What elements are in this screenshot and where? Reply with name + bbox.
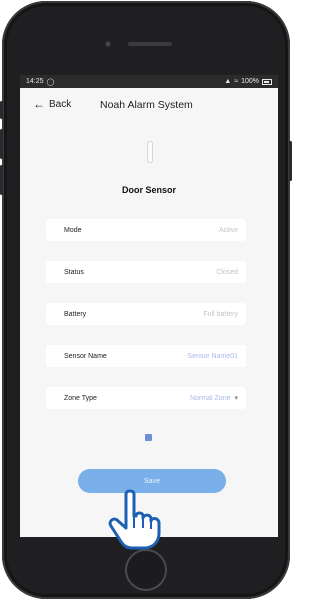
- home-button[interactable]: [125, 549, 167, 591]
- earpiece-speaker: [128, 42, 172, 46]
- top-bezel: [2, 1, 290, 75]
- back-button[interactable]: ← Back: [33, 98, 71, 110]
- row-label: Battery: [64, 310, 87, 318]
- volume-up-button: [0, 129, 3, 159]
- battery-percent: 100%: [241, 78, 259, 85]
- app-screen: 14:25 ◯ ▲ ≈ 100% ← Back Noah Alarm Syste…: [20, 75, 278, 537]
- row-value: Closed: [216, 268, 238, 276]
- power-button: [289, 141, 292, 181]
- nav-bar: ← Back Noah Alarm System: [20, 95, 278, 117]
- volume-down-button: [0, 165, 3, 195]
- row-label: Sensor Name: [64, 352, 107, 360]
- row-sensor-name[interactable]: Sensor Name Sensor Name01: [46, 345, 246, 367]
- back-label: Back: [49, 98, 72, 110]
- row-zone-type[interactable]: Zone Type Normal Zone ▾: [46, 387, 246, 409]
- sensor-device-icon: [147, 141, 153, 163]
- status-time: 14:25: [26, 78, 44, 85]
- row-label: Zone Type: [64, 394, 97, 402]
- wifi-icon: ≈: [234, 78, 239, 85]
- row-label: Mode: [64, 226, 82, 234]
- save-button[interactable]: Save: [78, 469, 226, 493]
- option-toggle[interactable]: [145, 434, 152, 441]
- row-status: Status Closed: [46, 261, 246, 283]
- signal-icon: ▲: [224, 78, 232, 85]
- row-battery: Battery Full battery: [46, 303, 246, 325]
- device-title: Door Sensor: [121, 185, 176, 195]
- chevron-down-icon: ▾: [234, 395, 238, 402]
- phone-frame: 14:25 ◯ ▲ ≈ 100% ← Back Noah Alarm Syste…: [0, 1, 292, 599]
- back-arrow-icon: ←: [33, 97, 45, 111]
- row-value: Full battery: [203, 310, 238, 318]
- battery-icon: [262, 78, 272, 85]
- row-label: Status: [64, 268, 84, 276]
- row-mode: Mode Active: [46, 219, 246, 241]
- row-value: Active: [218, 226, 238, 234]
- zone-type-value: Normal Zone: [190, 394, 231, 402]
- alarm-clock-icon: ◯: [46, 78, 55, 86]
- front-camera-icon: [105, 41, 111, 47]
- page-title: Noah Alarm System: [100, 99, 193, 111]
- silent-switch: [0, 101, 3, 119]
- zone-type-select[interactable]: Normal Zone ▾: [190, 394, 238, 403]
- sensor-name-input[interactable]: Sensor Name01: [187, 353, 238, 360]
- status-bar: 14:25 ◯ ▲ ≈ 100%: [20, 75, 278, 88]
